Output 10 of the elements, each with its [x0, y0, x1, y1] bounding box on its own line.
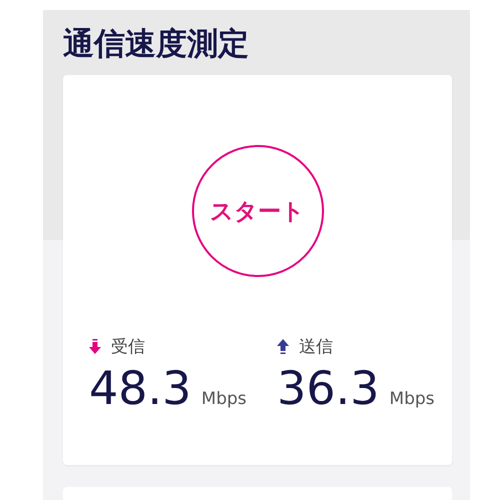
start-button[interactable]: スタート [192, 145, 324, 277]
down-arrow-icon [89, 339, 101, 354]
result-label: 送信 [299, 336, 333, 358]
result-label: 受信 [111, 336, 145, 358]
speed-unit: Mbps [389, 389, 435, 409]
speed-unit: Mbps [201, 389, 247, 409]
speed-value: 36.3 [277, 362, 380, 414]
page-title: 通信速度測定 [63, 25, 250, 64]
speed-value: 48.3 [89, 362, 192, 414]
up-arrow-icon [277, 339, 289, 354]
